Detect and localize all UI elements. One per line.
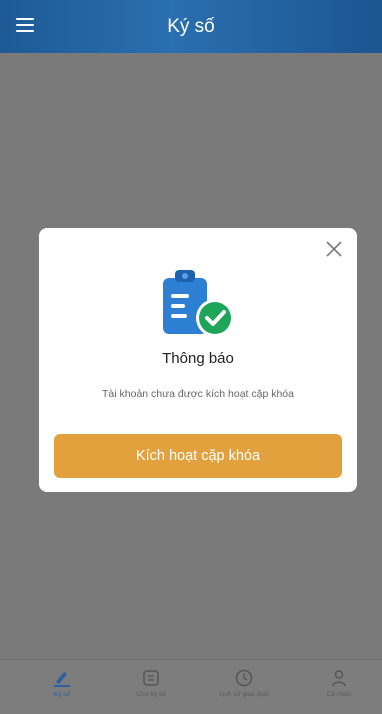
dialog-message: Tài khoản chưa được kích hoạt cặp khóa <box>102 388 294 400</box>
nav-item-lich-su-giao-dich[interactable]: Lịch sử giao dịch <box>209 668 279 698</box>
nav-item-ca-nhan[interactable]: Cá nhân <box>304 668 374 698</box>
dialog-title: Thông báo <box>162 350 234 367</box>
app-header: Ký số <box>0 0 382 53</box>
activate-keypair-button[interactable]: Kích hoạt cặp khóa <box>54 434 342 478</box>
nav-label: Cá nhân <box>326 691 352 698</box>
pen-sign-icon <box>54 672 70 687</box>
notification-dialog: Thông báo Tài khoản chưa được kích hoạt … <box>39 228 357 492</box>
person-icon <box>332 670 346 687</box>
clipboard-check-icon <box>161 268 241 340</box>
nav-label: Ký số <box>53 691 71 698</box>
clock-icon <box>235 669 253 687</box>
list-icon <box>143 670 159 686</box>
nav-item-ky-so[interactable]: Ký số <box>27 668 97 698</box>
nav-item-cho-ky-so[interactable]: Chờ ký số <box>116 668 186 698</box>
bottom-navigation: Ký số Chờ ký số Lịch sử giao dịch Cá nhâ… <box>0 659 382 714</box>
nav-label: Lịch sử giao dịch <box>219 691 269 698</box>
page-title: Ký số <box>167 16 215 37</box>
nav-label: Chờ ký số <box>136 691 166 698</box>
close-icon[interactable] <box>323 238 345 260</box>
